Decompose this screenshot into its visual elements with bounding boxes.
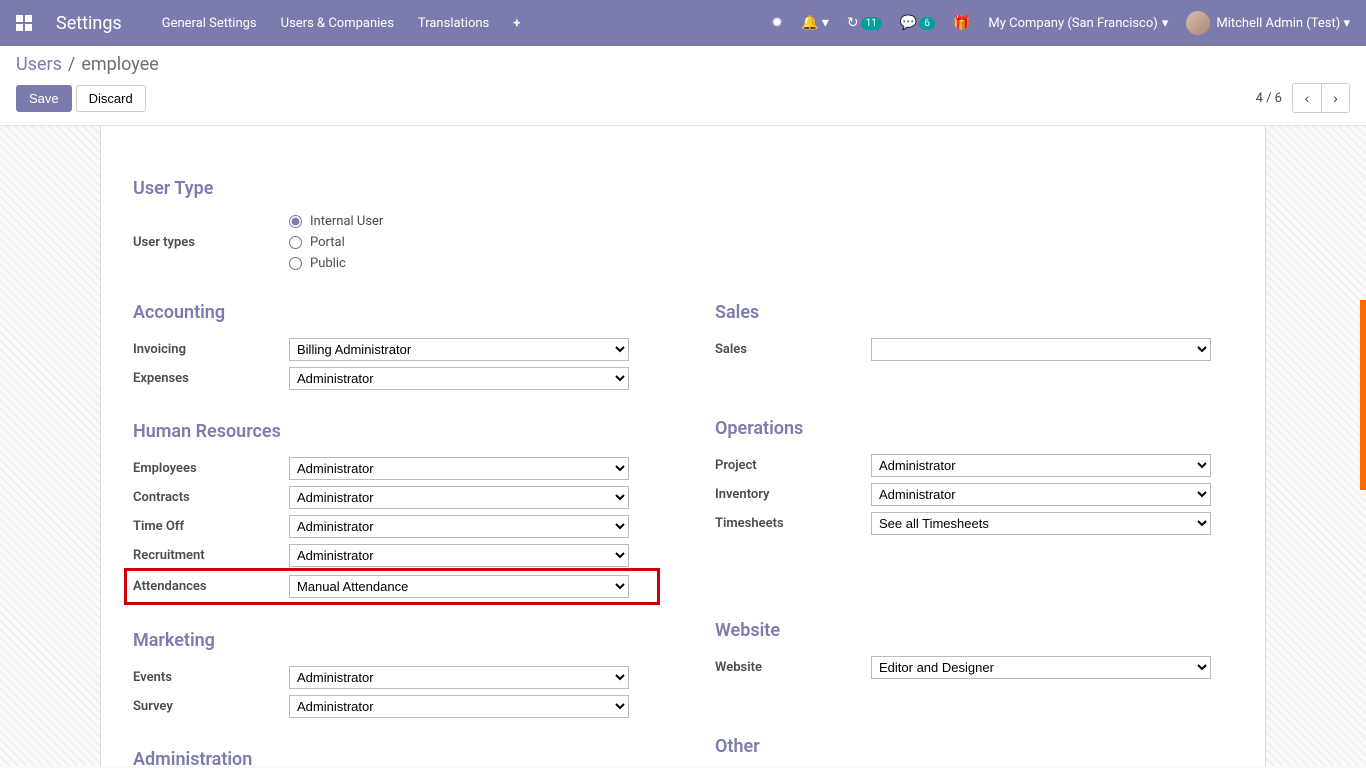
pager-next-button[interactable]: ›	[1321, 84, 1349, 112]
section-title-hr: Human Resources	[133, 421, 651, 442]
activity-icon[interactable]: ↻11	[847, 15, 882, 31]
select-contracts[interactable]: Administrator	[289, 486, 629, 509]
select-inventory[interactable]: Administrator	[871, 483, 1211, 506]
discard-button[interactable]: Discard	[76, 85, 146, 112]
pager-text: 4 / 6	[1256, 91, 1282, 106]
pager: 4 / 6 ‹ ›	[1256, 83, 1350, 113]
label-events: Events	[133, 670, 289, 685]
bug-icon[interactable]: ✹	[771, 15, 783, 31]
bell-icon[interactable]: 🔔 ▾	[801, 15, 829, 31]
select-timesheets[interactable]: See all Timesheets	[871, 512, 1211, 535]
select-expenses[interactable]: Administrator	[289, 367, 629, 390]
section-title-operations: Operations	[715, 418, 1233, 439]
company-selector[interactable]: My Company (San Francisco)▾	[988, 16, 1168, 31]
radio-internal-user[interactable]: Internal User	[289, 214, 383, 229]
row-attendances-highlighted: Attendances Manual Attendance	[127, 571, 657, 602]
label-timesheets: Timesheets	[715, 516, 871, 531]
select-attendances[interactable]: Manual Attendance	[289, 575, 629, 598]
menu-users-companies[interactable]: Users & Companies	[281, 16, 394, 31]
nav-menu: General Settings Users & Companies Trans…	[162, 16, 521, 31]
label-attendances: Attendances	[133, 579, 289, 594]
label-inventory: Inventory	[715, 487, 871, 502]
breadcrumb-sep: /	[68, 54, 75, 75]
section-title-sales: Sales	[715, 302, 1233, 323]
save-button[interactable]: Save	[16, 85, 72, 112]
top-navbar: Settings General Settings Users & Compan…	[0, 0, 1366, 46]
user-menu[interactable]: Mitchell Admin (Test) ▾	[1186, 11, 1350, 35]
section-title-marketing: Marketing	[133, 630, 651, 651]
select-survey[interactable]: Administrator	[289, 695, 629, 718]
radio-portal[interactable]: Portal	[289, 235, 383, 250]
menu-translations[interactable]: Translations	[418, 16, 489, 31]
select-sales[interactable]	[871, 338, 1211, 361]
label-employees: Employees	[133, 461, 289, 476]
chat-icon[interactable]: 💬6	[900, 15, 935, 31]
label-contracts: Contracts	[133, 490, 289, 505]
control-panel: Users / employee Save Discard 4 / 6 ‹ ›	[0, 46, 1366, 126]
pager-prev-button[interactable]: ‹	[1293, 84, 1321, 112]
section-title-other: Other	[715, 736, 1233, 757]
breadcrumb: Users / employee	[16, 54, 1350, 75]
label-invoicing: Invoicing	[133, 342, 289, 357]
section-title-usertype: User Type	[133, 178, 1233, 199]
select-events[interactable]: Administrator	[289, 666, 629, 689]
select-invoicing[interactable]: Billing Administrator	[289, 338, 629, 361]
app-brand[interactable]: Settings	[56, 13, 122, 34]
breadcrumb-current: employee	[81, 54, 158, 75]
label-project: Project	[715, 458, 871, 473]
label-timeoff: Time Off	[133, 519, 289, 534]
form-sheet: User Type User types Internal User Porta…	[100, 126, 1266, 766]
breadcrumb-root[interactable]: Users	[16, 54, 62, 75]
label-sales: Sales	[715, 342, 871, 357]
avatar	[1186, 11, 1210, 35]
label-expenses: Expenses	[133, 371, 289, 386]
nav-right: ✹ 🔔 ▾ ↻11 💬6 🎁 My Company (San Francisco…	[771, 11, 1350, 35]
select-project[interactable]: Administrator	[871, 454, 1211, 477]
label-website: Website	[715, 660, 871, 675]
label-recruitment: Recruitment	[133, 548, 289, 563]
select-website[interactable]: Editor and Designer	[871, 656, 1211, 679]
select-recruitment[interactable]: Administrator	[289, 544, 629, 567]
menu-add-icon[interactable]: +	[513, 16, 520, 31]
scroll-indicator[interactable]	[1360, 300, 1366, 490]
form-background: User Type User types Internal User Porta…	[0, 126, 1366, 766]
menu-general-settings[interactable]: General Settings	[162, 16, 257, 31]
label-user-types: User types	[133, 235, 289, 250]
gift-icon[interactable]: 🎁	[953, 15, 970, 31]
section-title-website: Website	[715, 620, 1233, 641]
label-survey: Survey	[133, 699, 289, 714]
apps-icon[interactable]	[16, 15, 32, 31]
select-timeoff[interactable]: Administrator	[289, 515, 629, 538]
select-employees[interactable]: Administrator	[289, 457, 629, 480]
radio-public[interactable]: Public	[289, 256, 383, 271]
section-title-administration: Administration	[133, 749, 651, 766]
section-title-accounting: Accounting	[133, 302, 651, 323]
